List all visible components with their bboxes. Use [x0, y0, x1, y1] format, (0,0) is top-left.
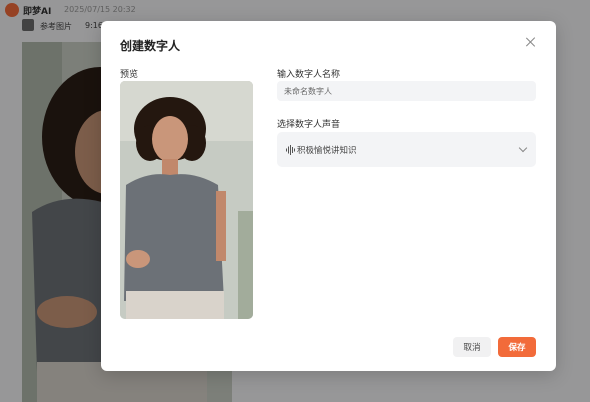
voice-selected-value: 积极愉悦讲知识 — [297, 146, 357, 156]
create-digital-human-dialog: 创建数字人 预览 输入数字人名称 选择数字人声音 积极愉悦讲知识 — [101, 21, 556, 371]
chevron-down-icon — [518, 143, 528, 153]
save-button[interactable]: 保存 — [498, 337, 536, 357]
voice-label: 选择数字人声音 — [277, 120, 341, 130]
voice-select[interactable]: 积极愉悦讲知识 — [277, 132, 536, 167]
portrait-illustration — [120, 81, 253, 319]
sound-wave-icon — [286, 145, 295, 155]
cancel-button[interactable]: 取消 — [453, 337, 491, 357]
preview-label: 预览 — [120, 70, 139, 80]
dialog-title: 创建数字人 — [120, 39, 181, 53]
close-icon[interactable] — [524, 36, 538, 50]
name-label: 输入数字人名称 — [277, 70, 341, 80]
preview-image — [120, 81, 253, 319]
name-input[interactable] — [277, 81, 536, 101]
